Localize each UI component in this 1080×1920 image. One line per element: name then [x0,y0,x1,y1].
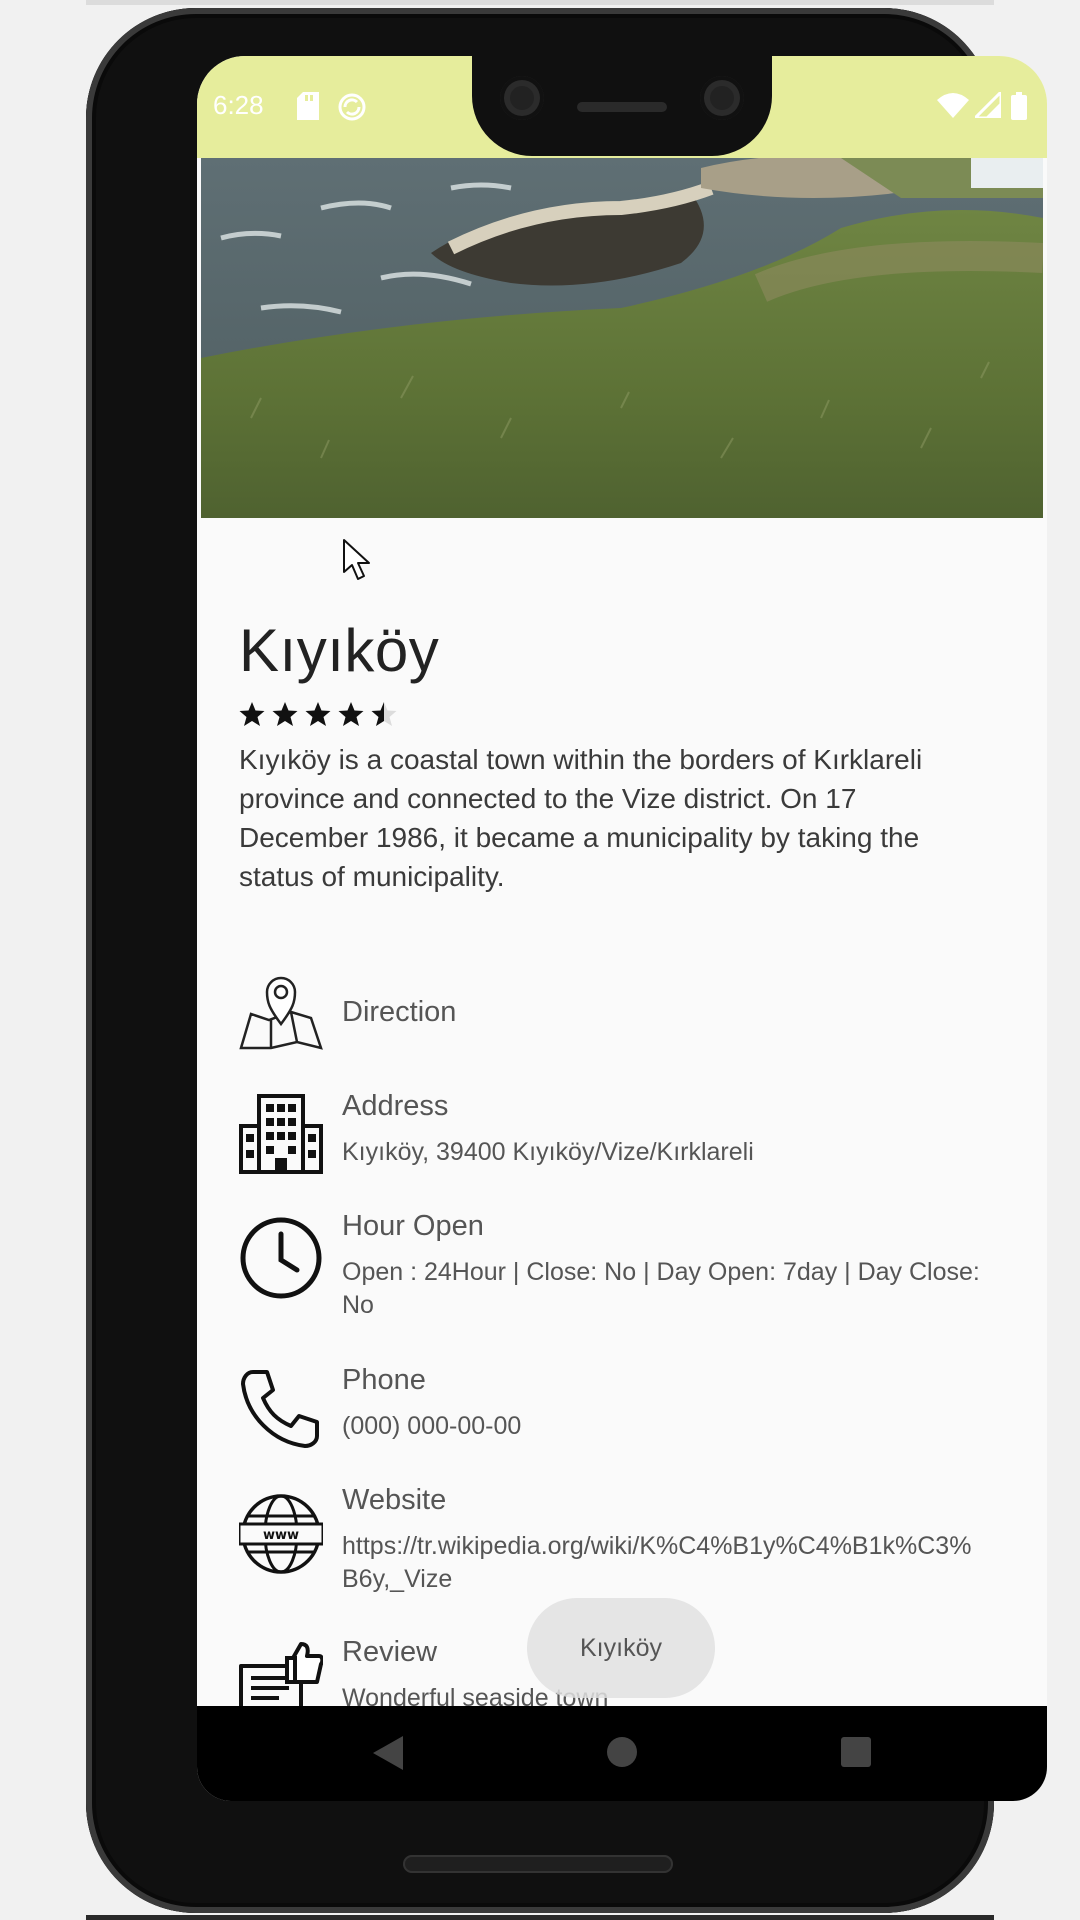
website-row[interactable]: www Website https://tr.wikipedia.org/wik… [239,1472,1019,1602]
half-star-icon [371,702,397,726]
sd-card-icon [297,92,319,125]
bottom-divider [86,1915,994,1920]
hours-row: Hour Open Open : 24Hour | Close: No | Da… [239,1198,1019,1328]
place-photo [201,158,1043,518]
map-pin-icon [239,976,323,1050]
svg-text:www: www [263,1528,299,1543]
phone-label: Phone [342,1364,426,1396]
rating-stars [239,700,407,735]
home-icon[interactable] [605,1734,639,1770]
star-icon [305,702,331,726]
phone-screen: 6:28 Kıyıköy Kıyıköy is a coastal town w… [197,56,1047,1801]
front-sensor [700,76,744,120]
status-bar: 6:28 [197,56,1047,158]
website-link[interactable]: https://tr.wikipedia.org/wiki/K%C4%B1y%C… [342,1530,982,1596]
hours-value: Open : 24Hour | Close: No | Day Open: 7d… [342,1258,980,1319]
address-value: Kıyıköy, 39400 Kıyıköy/Vize/Kırklareli [342,1138,754,1166]
wifi-icon [937,92,969,123]
front-camera [500,76,544,120]
top-divider [86,0,994,5]
globe-www-icon: www [239,1494,323,1574]
status-time: 6:28 [213,90,264,120]
place-details: Kıyıköy Kıyıköy is a coastal town within… [197,518,1047,1722]
phone-value[interactable]: (000) 000-00-00 [342,1410,982,1443]
clock-icon [240,1217,322,1299]
star-icon [338,702,364,726]
toast-message: Kıyıköy [527,1598,715,1698]
star-icon [272,702,298,726]
place-description: Kıyıköy is a coastal town within the bor… [239,744,923,892]
recents-icon[interactable] [839,1734,873,1770]
back-icon[interactable] [371,1734,405,1772]
phone-frame: 6:28 Kıyıköy Kıyıköy is a coastal town w… [86,8,1047,1913]
address-label: Address [342,1090,449,1122]
signal-icon [971,88,1003,123]
earpiece-speaker [577,102,667,112]
direction-row[interactable]: Direction [239,968,1019,1058]
phone-icon [241,1370,319,1448]
building-icon [239,1094,323,1174]
direction-label: Direction [342,996,457,1028]
place-title: Kıyıköy [239,617,440,684]
camera-notch [472,56,772,156]
star-icon [239,702,265,726]
battery-icon [1011,92,1027,125]
website-label: Website [342,1484,447,1516]
hours-label: Hour Open [342,1210,484,1242]
address-row: Address Kıyıköy, 39400 Kıyıköy/Vize/Kırk… [239,1078,1019,1178]
mouse-cursor-icon [343,539,370,580]
navigation-bar [197,1706,1047,1801]
review-label: Review [342,1636,438,1668]
bottom-speaker [403,1855,673,1873]
phone-row[interactable]: Phone (000) 000-00-00 [239,1352,1019,1452]
sync-icon [337,92,367,127]
